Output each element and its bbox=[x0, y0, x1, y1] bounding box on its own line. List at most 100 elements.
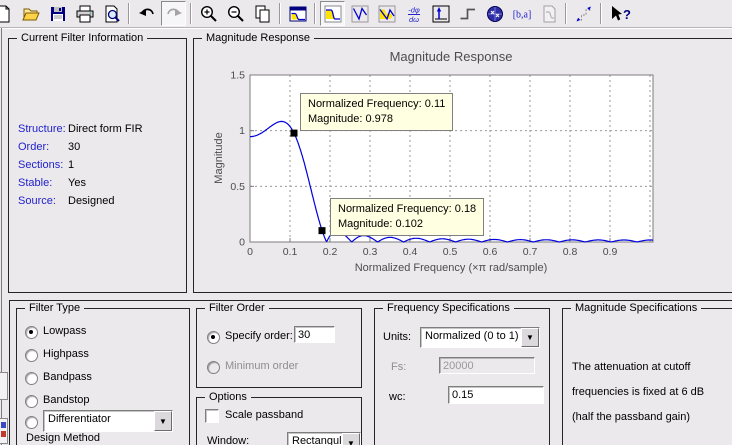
bandstop-radio[interactable] bbox=[25, 395, 38, 408]
x-tick-label: 0.3 bbox=[363, 246, 378, 258]
frequency-specs-title: Frequency Specifications bbox=[383, 302, 514, 315]
datatip-marker[interactable] bbox=[290, 129, 298, 137]
datatip-2-frequency: Normalized Frequency: 0.18 bbox=[338, 202, 477, 215]
full-view-analysis-button[interactable] bbox=[571, 1, 596, 26]
group-delay-denominator: dω bbox=[408, 15, 418, 24]
toolbar-separator bbox=[314, 3, 316, 24]
window-dropdown-value: Rectangular bbox=[292, 435, 342, 445]
datatip-marker[interactable] bbox=[318, 227, 326, 235]
units-label: Units: bbox=[383, 331, 412, 343]
y-tick-label: 1 bbox=[239, 125, 245, 137]
minimum-order-radio bbox=[207, 361, 220, 374]
specify-order-label: Specify order: bbox=[225, 330, 293, 342]
clipped-sidebar-button[interactable] bbox=[0, 372, 8, 400]
toolbar: -dφ dω [b,a] ? bbox=[0, 0, 732, 28]
magnitude-specs-group: Magnitude Specifications The attenuation… bbox=[562, 302, 732, 445]
x-tick-label: 0.6 bbox=[483, 246, 498, 258]
special-filter-dropdown[interactable]: Differentiator ▼ bbox=[43, 410, 173, 432]
structure-label: Structure: bbox=[18, 123, 66, 135]
datatip-1-frequency: Normalized Frequency: 0.11 bbox=[308, 98, 446, 111]
toolbar-separator bbox=[128, 3, 130, 24]
save-button[interactable] bbox=[45, 1, 70, 26]
magnitude-specs-line-3: (half the passband gain) bbox=[572, 411, 691, 423]
magnitude-response-button[interactable] bbox=[320, 1, 345, 26]
units-dropdown[interactable]: Normalized (0 to 1) ▼ bbox=[420, 327, 540, 348]
filter-type-title: Filter Type bbox=[25, 302, 85, 315]
magnitude-specs-line-2: frequencies is fixed at 6 dB bbox=[572, 386, 705, 398]
filter-coefficients-button[interactable]: [b,a] bbox=[509, 1, 534, 26]
x-tick-label: 0.1 bbox=[283, 246, 298, 258]
design-method-label: Design Method bbox=[26, 432, 100, 444]
print-button[interactable] bbox=[72, 1, 97, 26]
window-dropdown[interactable]: Rectangular ▼ bbox=[287, 432, 361, 445]
bandpass-label: Bandpass bbox=[43, 371, 92, 383]
stable-value: Yes bbox=[68, 177, 86, 189]
fdatool-window: -dφ dω [b,a] ? Current Filter Informatio… bbox=[0, 0, 732, 445]
toolbar-separator bbox=[279, 3, 281, 24]
magnitude-specs-line-1: The attenuation at cutoff bbox=[572, 361, 691, 373]
clipped-icon bbox=[1, 422, 6, 428]
group-delay-button[interactable]: -dφ dω bbox=[401, 1, 426, 26]
clipped-icon bbox=[1, 431, 6, 437]
x-tick-label: 0.5 bbox=[443, 246, 458, 258]
help-button[interactable]: ? bbox=[606, 1, 636, 26]
magnitude-specs-title: Magnitude Specifications bbox=[571, 302, 702, 315]
magnitude-response-panel-title: Magnitude Response bbox=[202, 32, 314, 45]
open-file-button[interactable] bbox=[18, 1, 43, 26]
zoom-in-button[interactable] bbox=[196, 1, 221, 26]
chevron-down-icon[interactable]: ▼ bbox=[154, 411, 172, 431]
magnitude-response-plot[interactable]: Magnitude Response 0 0.1 0.2 0.3 0.4 0.5 0.6 0.… bbox=[195, 45, 732, 290]
window-label: Window: bbox=[207, 435, 250, 445]
copy-pages-button[interactable] bbox=[250, 1, 275, 26]
undo-button[interactable] bbox=[134, 1, 159, 26]
clipped-sidebar-button[interactable] bbox=[0, 418, 8, 444]
zoom-out-button[interactable] bbox=[223, 1, 248, 26]
fs-input bbox=[439, 357, 535, 374]
stable-label: Stable: bbox=[18, 177, 53, 189]
x-tick-label: 0 bbox=[247, 246, 253, 258]
x-tick-label: 0.2 bbox=[323, 246, 338, 258]
impulse-response-button[interactable] bbox=[428, 1, 453, 26]
frequency-specs-group: Frequency Specifications Units: Normaliz… bbox=[374, 302, 550, 445]
lowpass-label: Lowpass bbox=[43, 325, 87, 337]
bandpass-radio[interactable] bbox=[25, 372, 38, 385]
source-label: Source: bbox=[18, 195, 56, 207]
datatip-2[interactable]: Normalized Frequency: 0.18 Magnitude: 0.… bbox=[330, 197, 485, 236]
order-label: Order: bbox=[18, 141, 50, 153]
x-tick-label: 0.4 bbox=[403, 246, 418, 258]
sections-value: 1 bbox=[68, 159, 75, 171]
toolbar-separator bbox=[190, 3, 192, 24]
current-filter-info-title: Current Filter Information bbox=[17, 32, 148, 45]
y-tick-label: 0.5 bbox=[230, 181, 245, 193]
pole-zero-plot-button[interactable] bbox=[482, 1, 507, 26]
lowpass-radio[interactable] bbox=[25, 326, 38, 339]
step-response-button[interactable] bbox=[455, 1, 480, 26]
minimum-order-label: Minimum order bbox=[225, 360, 299, 372]
x-tick-label: 0.7 bbox=[523, 246, 538, 258]
source-value: Designed bbox=[68, 195, 115, 207]
toolbar-separator bbox=[565, 3, 567, 24]
options-title: Options bbox=[205, 391, 251, 404]
filter-design-window-button[interactable] bbox=[285, 1, 310, 26]
print-preview-button[interactable] bbox=[99, 1, 124, 26]
y-axis-label: Magnitude bbox=[213, 132, 225, 183]
plot-title: Magnitude Response bbox=[390, 49, 513, 64]
phase-response-button[interactable] bbox=[347, 1, 372, 26]
specify-order-radio[interactable] bbox=[207, 331, 220, 344]
order-value: 30 bbox=[68, 141, 81, 153]
new-document-button[interactable] bbox=[0, 1, 16, 26]
units-dropdown-value: Normalized (0 to 1) bbox=[425, 330, 519, 342]
specify-order-input[interactable] bbox=[294, 326, 335, 343]
highpass-radio[interactable] bbox=[25, 349, 38, 362]
options-group: Options Scale passband Window: Rectangul… bbox=[196, 391, 362, 445]
special-filter-radio[interactable] bbox=[25, 416, 38, 429]
wc-label: wc: bbox=[389, 391, 406, 403]
datatip-2-magnitude: Magnitude: 0.102 bbox=[338, 217, 424, 230]
magnitude-and-phase-button[interactable] bbox=[374, 1, 399, 26]
bandstop-label: Bandstop bbox=[43, 394, 90, 406]
chevron-down-icon[interactable]: ▼ bbox=[342, 433, 360, 445]
scale-passband-checkbox[interactable] bbox=[205, 409, 219, 423]
datatip-1[interactable]: Normalized Frequency: 0.11 Magnitude: 0.… bbox=[300, 93, 454, 132]
wc-input[interactable] bbox=[448, 386, 544, 404]
chevron-down-icon[interactable]: ▼ bbox=[521, 328, 539, 347]
